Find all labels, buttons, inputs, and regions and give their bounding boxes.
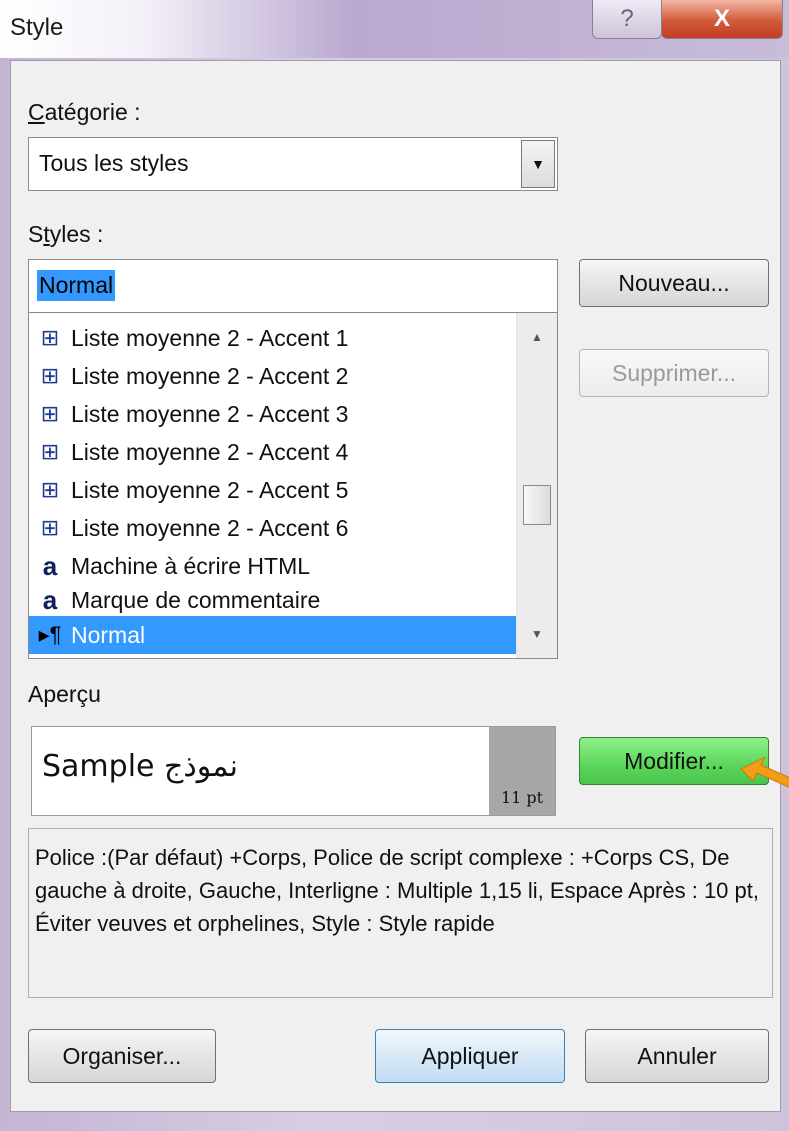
- paragraph-style-icon: ▸¶: [38, 622, 62, 647]
- list-item-label: Normal: [71, 621, 146, 648]
- table-style-icon: ⊞: [40, 363, 60, 388]
- table-style-icon: ⊞: [40, 439, 60, 464]
- list-item[interactable]: ⊞ Liste moyenne 2 - Accent 4: [29, 433, 517, 471]
- table-style-icon: ⊞: [40, 401, 60, 426]
- list-item-selected[interactable]: ▸¶ Normal: [29, 616, 517, 654]
- help-icon: ?: [620, 5, 634, 32]
- table-style-icon: ⊞: [40, 477, 60, 502]
- chevron-down-icon[interactable]: ▼: [521, 140, 555, 188]
- scrollbar-thumb[interactable]: [523, 485, 551, 525]
- close-icon: X: [713, 5, 730, 32]
- annuler-button[interactable]: Annuler: [585, 1029, 769, 1083]
- list-item-label: Marque de commentaire: [71, 586, 321, 613]
- preview-font-size: 11 pt: [489, 727, 555, 815]
- modifier-label: Modifier...: [624, 747, 724, 774]
- appliquer-button[interactable]: Appliquer: [375, 1029, 565, 1083]
- styles-scrollbar[interactable]: ▲ ▼: [516, 313, 557, 658]
- annuler-label: Annuler: [637, 1042, 717, 1069]
- categorie-value: Tous les styles: [39, 150, 189, 176]
- window-title: Style: [10, 14, 64, 41]
- categorie-label: Catégorie :: [28, 99, 141, 125]
- list-item[interactable]: ⊞ Liste moyenne 2 - Accent 5: [29, 471, 517, 509]
- title-bar[interactable]: Style ? X: [0, 0, 789, 58]
- list-item-label: Liste moyenne 2 - Accent 5: [71, 476, 349, 503]
- organiser-button[interactable]: Organiser...: [28, 1029, 216, 1083]
- supprimer-label: Supprimer...: [612, 359, 736, 386]
- list-item[interactable]: ⊞ Liste moyenne 2 - Accent 6: [29, 509, 517, 547]
- scroll-down-icon[interactable]: ▼: [517, 616, 557, 652]
- dialog-body: Catégorie : Tous les styles ▼ Styles : N…: [10, 60, 789, 1112]
- style-name-input[interactable]: Normal: [28, 259, 558, 313]
- list-item-label: Liste moyenne 2 - Accent 1: [71, 324, 349, 351]
- list-item-label: Machine à écrire HTML: [71, 552, 311, 579]
- list-item[interactable]: ⊞ Liste moyenne 2 - Accent 1: [29, 319, 517, 357]
- style-name-value: Normal: [37, 270, 116, 301]
- nouveau-button[interactable]: Nouveau...: [579, 259, 769, 307]
- list-item[interactable]: ⊞ Liste moyenne 2 - Accent 3: [29, 395, 517, 433]
- style-preview: Sample نموذج 11 pt: [31, 726, 556, 816]
- list-item-label: Liste moyenne 2 - Accent 2: [71, 362, 349, 389]
- preview-sample: Sample نموذج: [42, 749, 238, 784]
- organiser-label: Organiser...: [62, 1042, 182, 1069]
- apercu-label: Aperçu: [28, 681, 101, 707]
- list-item[interactable]: a Machine à écrire HTML: [29, 547, 517, 585]
- close-button[interactable]: X: [661, 0, 783, 39]
- list-item-label: Liste moyenne 2 - Accent 3: [71, 400, 349, 427]
- nouveau-label: Nouveau...: [618, 269, 730, 296]
- character-style-icon: a: [42, 550, 58, 581]
- table-style-icon: ⊞: [40, 515, 60, 540]
- table-style-icon: ⊞: [40, 325, 60, 350]
- style-description: Police :(Par défaut) +Corps, Police de s…: [28, 828, 773, 998]
- categorie-select[interactable]: Tous les styles ▼: [28, 137, 558, 191]
- supprimer-button[interactable]: Supprimer...: [579, 349, 769, 397]
- scroll-up-icon[interactable]: ▲: [517, 319, 557, 355]
- appliquer-label: Appliquer: [421, 1042, 519, 1069]
- pointer-arrow-icon: [740, 755, 789, 788]
- character-style-icon: a: [42, 584, 58, 615]
- styles-list[interactable]: ⊞ Liste moyenne 2 - Accent 1 ⊞ Liste moy…: [28, 313, 558, 659]
- list-item-label: Liste moyenne 2 - Accent 6: [71, 514, 349, 541]
- styles-label: Styles :: [28, 221, 104, 247]
- help-button[interactable]: ?: [592, 0, 662, 39]
- list-item[interactable]: a Marque de commentaire: [29, 581, 517, 619]
- style-dialog: Style ? X Catégorie : Tous les styles ▼ …: [0, 0, 789, 1131]
- list-item-label: Liste moyenne 2 - Accent 4: [71, 438, 349, 465]
- list-item[interactable]: ⊞ Liste moyenne 2 - Accent 2: [29, 357, 517, 395]
